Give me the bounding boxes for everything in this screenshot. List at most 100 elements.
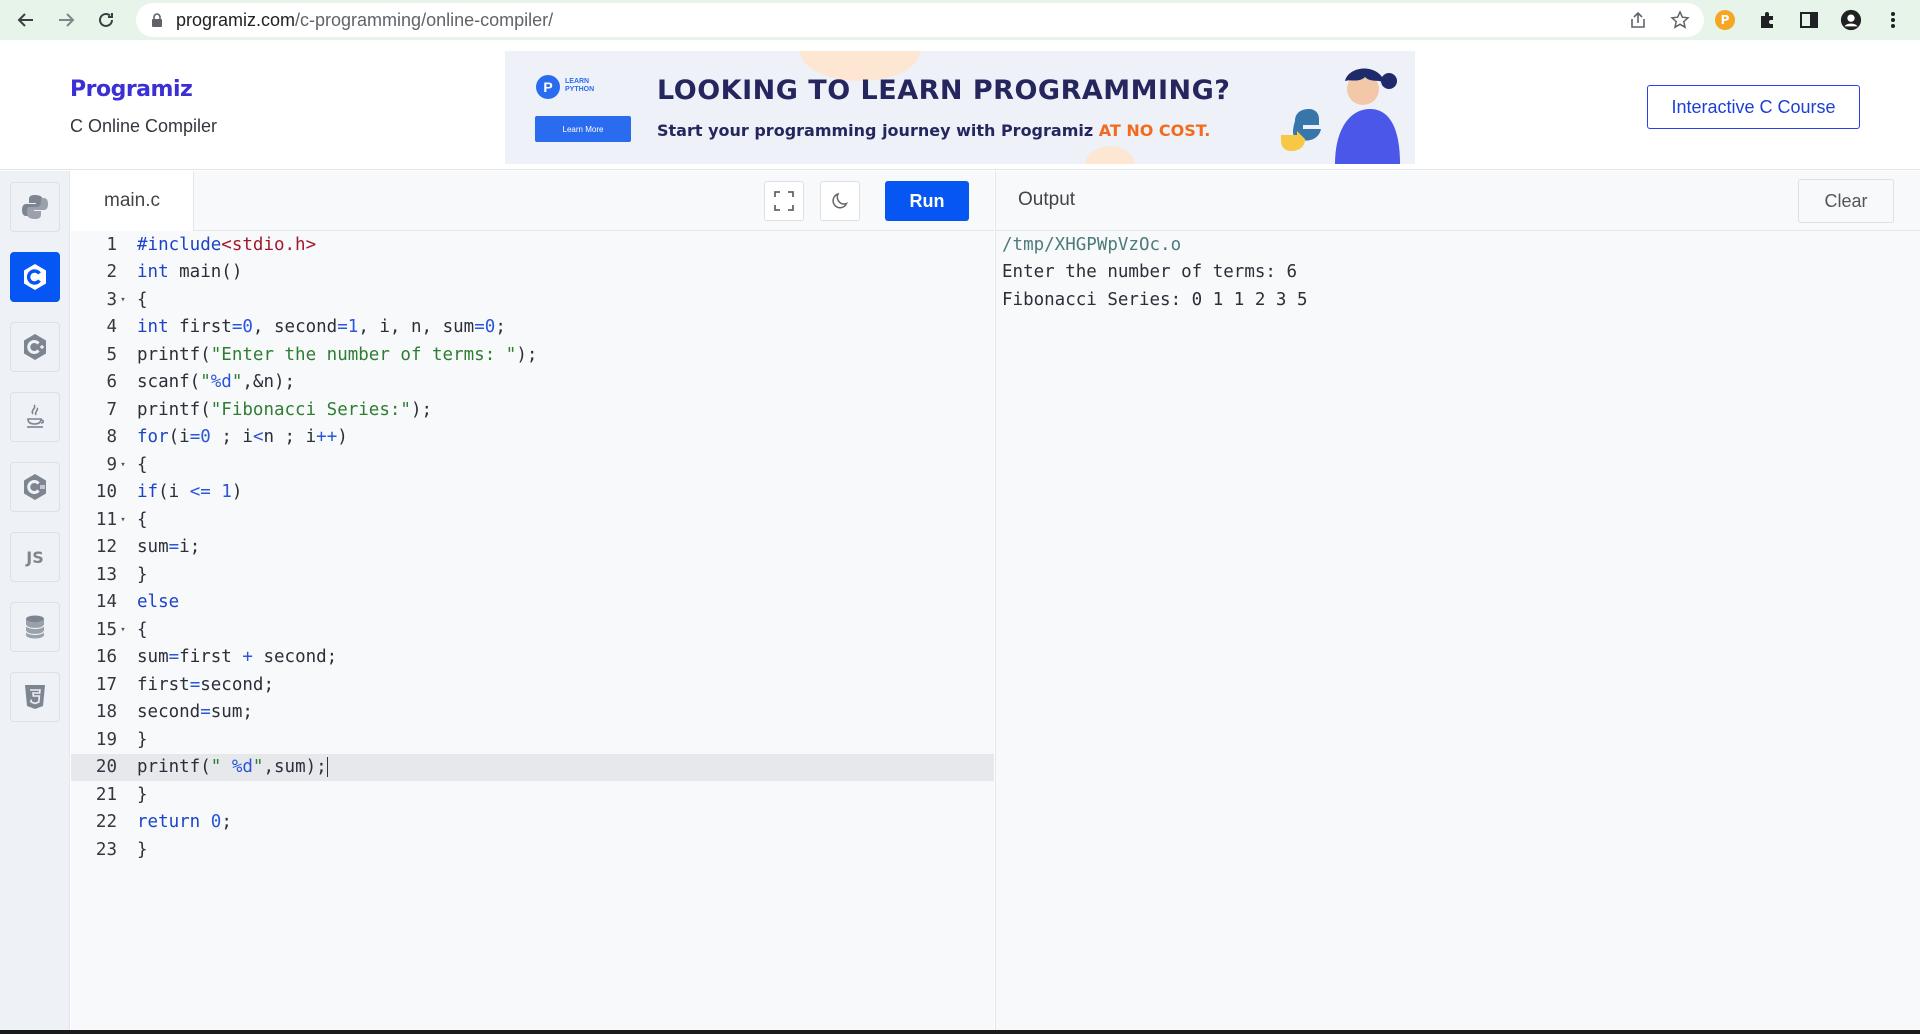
output-pane: Output Clear /tmp/XHGPWpVzOc.o Enter the … [995, 171, 1920, 1034]
ad-banner[interactable]: P LEARN PYTHON Learn More LOOKING TO LEA… [505, 51, 1415, 164]
sidebar-item-javascript[interactable]: JS [10, 532, 60, 582]
fullscreen-button[interactable] [764, 181, 804, 221]
cpp-icon [24, 334, 46, 360]
code-text: for(i=0 ; i<n ; i++) [137, 427, 348, 448]
code-text: printf("Fibonacci Series:"); [137, 399, 433, 420]
code-text: { [137, 509, 148, 530]
code-line[interactable]: 22 return 0; [71, 809, 994, 837]
code-line[interactable]: 14 else [71, 589, 994, 617]
code-line[interactable]: 20 printf(" %d",sum); [71, 753, 994, 781]
java-icon [27, 404, 45, 428]
sidebar-item-csharp[interactable] [10, 462, 60, 512]
output-line: Enter the number of terms: 6 [1002, 262, 1298, 283]
forward-arrow-icon[interactable] [46, 0, 86, 40]
code-line[interactable]: 6 scanf("%d",&n); [71, 369, 994, 397]
code-line[interactable]: 12 sum=i; [71, 534, 994, 562]
python-badge-icon: P [536, 75, 560, 99]
fold-arrow-icon[interactable]: ▾ [117, 625, 129, 635]
code-line[interactable]: 11 ▾ { [71, 506, 994, 534]
code-line[interactable]: 15 ▾ { [71, 616, 994, 644]
fold-arrow-icon[interactable]: ▾ [117, 515, 129, 525]
code-text: sum=first + second; [137, 647, 338, 668]
sidebar-item-python[interactable] [10, 182, 60, 232]
sidebar-item-cpp[interactable] [10, 322, 60, 372]
share-icon[interactable] [1628, 10, 1648, 30]
site-header: Programiz C Online Compiler P LEARN PYTH… [0, 40, 1920, 170]
code-area[interactable]: 1 #include<stdio.h> 2 int main() 3 ▾{4 int fir… [71, 231, 994, 864]
interactive-course-button[interactable]: Interactive C Course [1647, 85, 1860, 129]
back-arrow-icon[interactable] [6, 0, 46, 40]
code-line[interactable]: 3 ▾ { [71, 286, 994, 314]
line-number: 17 [95, 674, 117, 695]
fold-arrow-icon[interactable]: ▾ [117, 295, 129, 305]
text-caret [326, 757, 328, 778]
sidebar-item-html[interactable] [10, 672, 60, 722]
code-line[interactable]: 9 ▾ { [71, 451, 994, 479]
code-line[interactable]: 4 int first=0, second=1, i, n, sum=0; [71, 314, 994, 342]
c-icon [24, 264, 46, 290]
clear-button[interactable]: Clear [1798, 179, 1894, 223]
line-number: 6 [106, 372, 117, 393]
line-number: 10 [95, 482, 117, 503]
line-number: 18 [95, 702, 117, 723]
sidebar-item-sql[interactable] [10, 602, 60, 652]
banner-tagline: Start your programming journey with Prog… [657, 121, 1211, 140]
code-text: { [137, 619, 148, 640]
line-number: 5 [106, 344, 117, 365]
line-number: 1 [106, 234, 117, 255]
bookmark-star-icon[interactable] [1670, 10, 1690, 30]
profile-avatar-icon[interactable] [1840, 9, 1862, 31]
dark-mode-button[interactable] [820, 181, 860, 221]
code-line[interactable]: 8 for(i=0 ; i<n ; i++) [71, 424, 994, 452]
output-console[interactable]: /tmp/XHGPWpVzOc.o Enter the number of ter… [1002, 231, 1308, 314]
line-number: 4 [106, 317, 117, 338]
code-line[interactable]: 1 #include<stdio.h> [71, 231, 994, 259]
learn-more-button[interactable]: Learn More [535, 116, 631, 142]
sidebar-item-java[interactable] [10, 392, 60, 442]
fullscreen-icon [774, 191, 794, 211]
line-number: 20 [95, 757, 117, 778]
database-icon [25, 615, 45, 639]
puzzle-icon[interactable] [1756, 9, 1778, 31]
code-line[interactable]: 10 if(i <= 1) [71, 479, 994, 507]
tab-main-c[interactable]: main.c [71, 171, 194, 231]
code-line[interactable]: 2 int main() [71, 259, 994, 287]
extension-orange-icon[interactable]: P [1714, 9, 1736, 31]
code-line[interactable]: 19} [71, 726, 994, 754]
sidebar-item-c[interactable] [10, 252, 60, 302]
code-line[interactable]: 7 printf("Fibonacci Series:"); [71, 396, 994, 424]
output-toolbar: Output Clear [996, 171, 1920, 231]
code-text: second=sum; [137, 702, 253, 723]
run-button[interactable]: Run [885, 181, 969, 221]
reload-icon[interactable] [86, 0, 126, 40]
side-panel-icon[interactable] [1798, 9, 1820, 31]
code-line[interactable]: 16 sum=first + second; [71, 644, 994, 672]
code-text: printf("Enter the number of terms: "); [137, 344, 538, 365]
code-editor-pane: main.c Run 1 #include<stdio.h> 2 int main()… [71, 171, 994, 1034]
line-number: 3 [106, 289, 117, 310]
svg-text:P: P [1721, 13, 1730, 27]
code-line[interactable]: 5 printf("Enter the number of terms: "); [71, 341, 994, 369]
code-line[interactable]: 17 first=second; [71, 671, 994, 699]
js-icon: JS [26, 547, 44, 567]
code-text: { [137, 454, 148, 475]
code-text: scanf("%d",&n); [137, 372, 296, 393]
programiz-logo[interactable]: Programiz [70, 77, 193, 102]
code-text: int main() [137, 262, 243, 283]
html5-icon [25, 685, 45, 709]
code-line[interactable]: 18 second=sum; [71, 699, 994, 727]
badge-text: LEARN PYTHON [565, 78, 595, 93]
url-text: programiz.com/c-programming/online-compi… [176, 9, 554, 30]
code-text: return 0; [137, 812, 232, 833]
address-bar[interactable]: programiz.com/c-programming/online-compi… [136, 3, 1704, 37]
code-text: } [137, 784, 148, 805]
fold-arrow-icon[interactable]: ▾ [117, 460, 129, 470]
code-line[interactable]: 13} [71, 561, 994, 589]
code-line[interactable]: 23} [71, 836, 994, 864]
code-text: sum=i; [137, 537, 201, 558]
code-text: int first=0, second=1, i, n, sum=0; [137, 317, 506, 338]
code-line[interactable]: 21} [71, 781, 994, 809]
menu-kebab-icon[interactable] [1882, 9, 1904, 31]
taskbar-edge [0, 1030, 1920, 1034]
illustration-person-icon [1281, 68, 1400, 164]
